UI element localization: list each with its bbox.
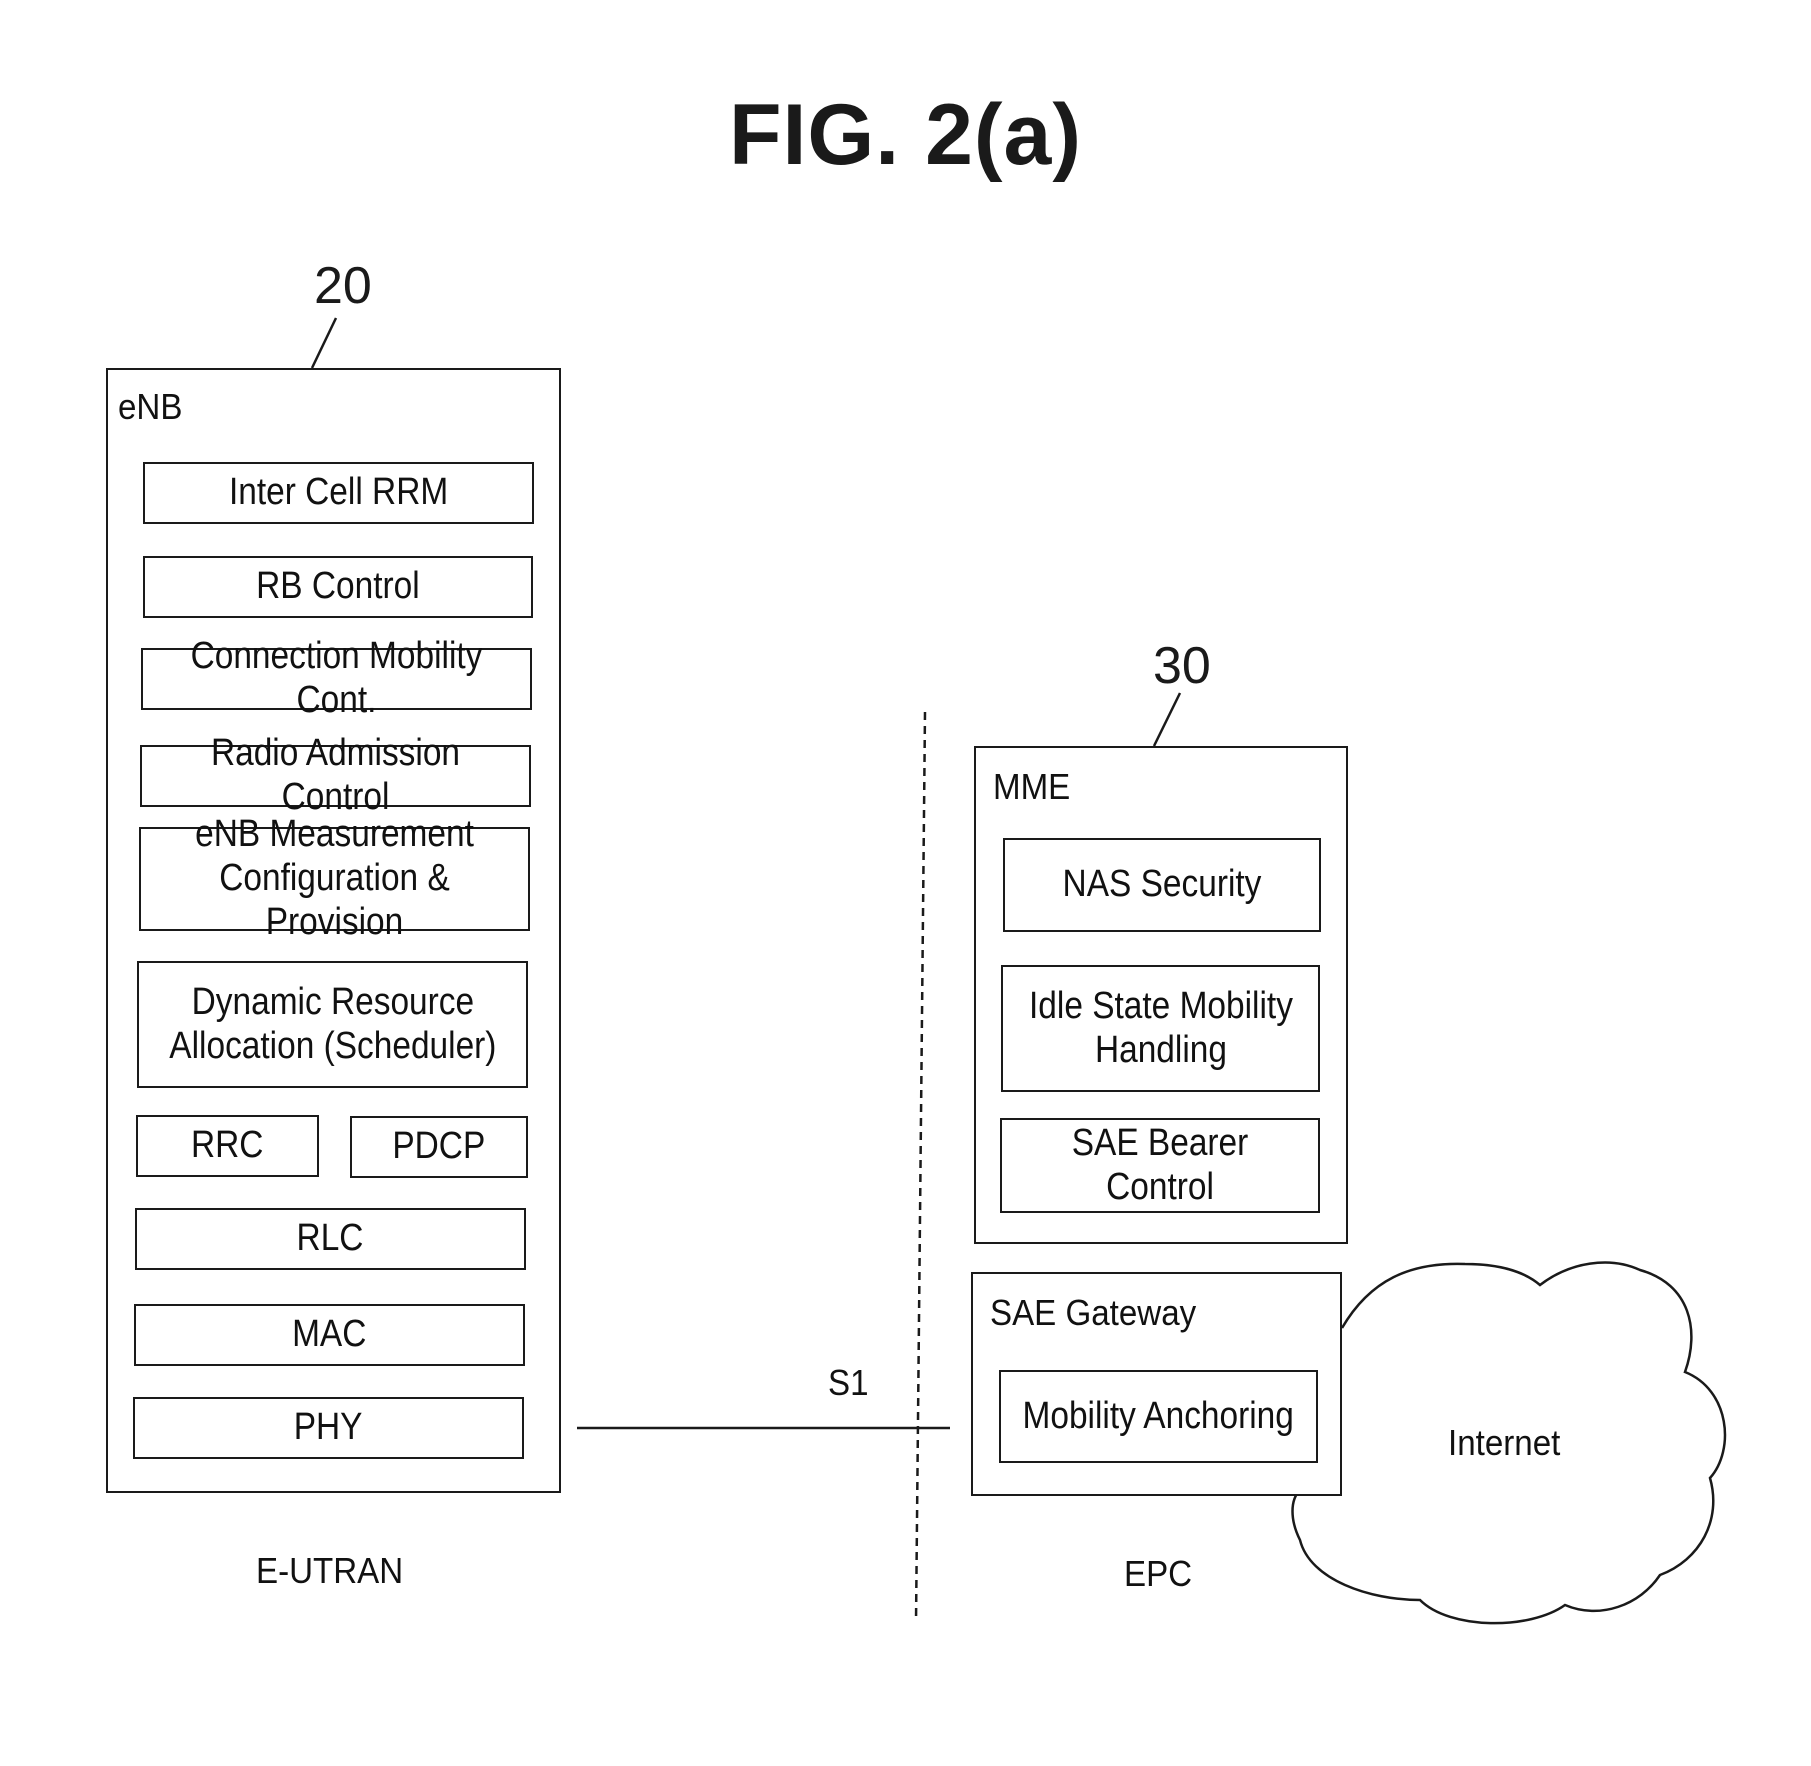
idle-mobility-label: Idle State Mobility Handling (1028, 984, 1293, 1071)
phy-block: PHY (133, 1397, 524, 1459)
epc-caption: EPC (1124, 1553, 1193, 1594)
e-utran-epc-divider (914, 711, 927, 1623)
sae-bearer-control-label: SAE Bearer Control (1071, 1121, 1249, 1208)
mac-block: MAC (134, 1304, 525, 1366)
rb-control-block: RB Control (143, 556, 533, 618)
sae-gateway-label: SAE Gateway (990, 1292, 1197, 1333)
scheduler-block: Dynamic Resource Allocation (Scheduler) (137, 961, 528, 1088)
radio-admission-label: Radio Admission Control (210, 732, 461, 818)
enb-ref-leader (310, 317, 338, 369)
radio-admission-block: Radio Admission Control (140, 732, 531, 818)
pdcp-block: PDCP (350, 1116, 528, 1178)
enb-measurement-block: eNB Measurement Configuration & Provisio… (139, 813, 530, 943)
rrc-label: RRC (191, 1124, 264, 1167)
mac-label: MAC (292, 1313, 367, 1356)
inter-cell-rrm-label: Inter Cell RRM (228, 471, 449, 514)
idle-mobility-block: Idle State Mobility Handling (1001, 965, 1320, 1092)
enb-label: eNB (118, 386, 183, 427)
scheduler-label: Dynamic Resource Allocation (Scheduler) (168, 980, 497, 1067)
rrc-block: RRC (136, 1115, 319, 1177)
inter-cell-rrm-block: Inter Cell RRM (143, 462, 534, 524)
rlc-label: RLC (297, 1217, 364, 1260)
mobility-anchoring-block: Mobility Anchoring (999, 1370, 1318, 1463)
nas-security-label: NAS Security (1062, 863, 1262, 906)
nas-security-block: NAS Security (1003, 838, 1321, 932)
s1-interface-label: S1 (828, 1362, 869, 1403)
sae-bearer-control-block: SAE Bearer Control (1000, 1118, 1320, 1213)
rlc-block: RLC (135, 1208, 526, 1270)
rb-control-label: RB Control (256, 565, 420, 608)
epc-ref-leader (1152, 692, 1182, 747)
epc-ref-number: 30 (1153, 637, 1211, 695)
mobility-anchoring-label: Mobility Anchoring (1022, 1394, 1295, 1437)
phy-label: PHY (294, 1406, 363, 1449)
e-utran-caption: E-UTRAN (256, 1550, 404, 1591)
internet-label: Internet (1448, 1422, 1561, 1463)
enb-measurement-label: eNB Measurement Configuration & Provisio… (195, 813, 474, 943)
enb-ref-number: 20 (314, 257, 372, 315)
pdcp-label: PDCP (392, 1125, 486, 1168)
mme-label: MME (993, 766, 1071, 807)
connection-mobility-label: Connection Mobility Cont. (190, 635, 483, 721)
connection-mobility-block: Connection Mobility Cont. (141, 635, 532, 721)
